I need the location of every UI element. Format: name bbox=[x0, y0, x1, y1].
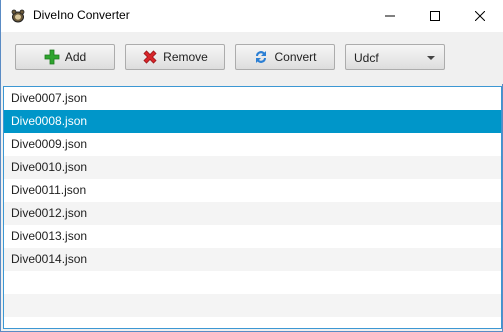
empty-row bbox=[4, 271, 501, 294]
add-button-label: Add bbox=[64, 50, 87, 64]
toolbar: Add Remove Convert Udcf bbox=[2, 32, 503, 84]
maximize-icon bbox=[429, 11, 440, 21]
app-window: DiveIno Converter Add Remove Convert Udc… bbox=[0, 0, 503, 332]
list-item[interactable]: Dive0013.json bbox=[4, 225, 501, 248]
convert-button[interactable]: Convert bbox=[235, 44, 335, 70]
title-bar[interactable]: DiveIno Converter bbox=[1, 0, 503, 32]
list-item[interactable]: Dive0014.json bbox=[4, 248, 501, 271]
close-button[interactable] bbox=[457, 0, 502, 32]
remove-button-label: Remove bbox=[163, 50, 208, 64]
list-item[interactable]: Dive0011.json bbox=[4, 179, 501, 202]
file-list[interactable]: Dive0007.json Dive0008.json Dive0009.json D… bbox=[3, 86, 502, 329]
minimize-button[interactable] bbox=[367, 0, 412, 32]
format-select[interactable]: Udcf bbox=[345, 44, 445, 70]
window-title: DiveIno Converter bbox=[33, 8, 130, 22]
turtle-icon bbox=[11, 9, 25, 23]
remove-button[interactable]: Remove bbox=[125, 44, 225, 70]
list-item[interactable]: Dive0007.json bbox=[4, 87, 501, 110]
add-button[interactable]: Add bbox=[15, 44, 115, 70]
format-select-value: Udcf bbox=[354, 51, 379, 65]
chevron-down-icon bbox=[427, 56, 435, 60]
maximize-button[interactable] bbox=[412, 0, 457, 32]
minimize-icon bbox=[384, 15, 395, 17]
plus-icon bbox=[44, 49, 60, 65]
list-item[interactable]: Dive0010.json bbox=[4, 156, 501, 179]
red-x-icon bbox=[143, 50, 157, 64]
list-item[interactable]: Dive0009.json bbox=[4, 133, 501, 156]
convert-button-label: Convert bbox=[274, 50, 317, 64]
refresh-arrows-icon bbox=[256, 51, 267, 63]
close-icon bbox=[474, 11, 485, 21]
empty-row bbox=[4, 294, 501, 317]
list-item[interactable]: Dive0008.json bbox=[4, 110, 501, 133]
list-item[interactable]: Dive0012.json bbox=[4, 202, 501, 225]
